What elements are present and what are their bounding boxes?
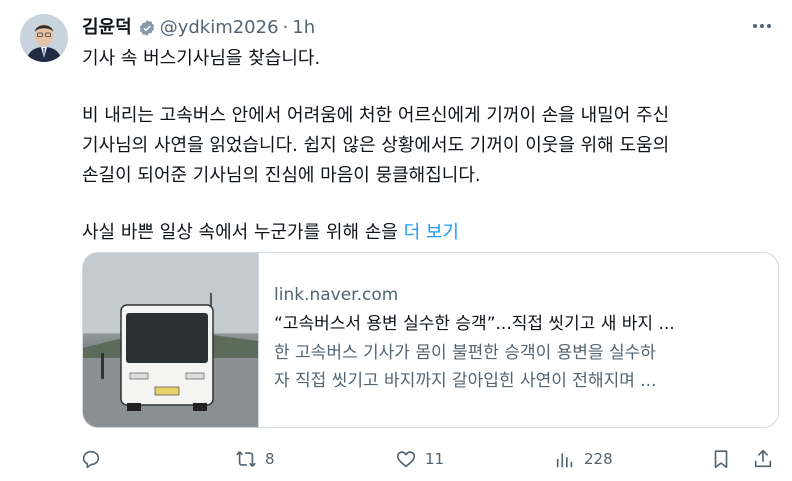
- show-more-link[interactable]: 더 보기: [404, 222, 459, 243]
- post-text-line: 손길이 되어준 기사님의 진심에 마음이 뭉클해집니다.: [82, 165, 481, 186]
- card-description: 한 고속버스 기사가 몸이 불편한 승객이 용변을 실수하 자 직접 씻기고 바…: [274, 339, 762, 395]
- post-timestamp[interactable]: 1h: [292, 16, 315, 40]
- post-header: 김윤덕 @ydkim2026 · 1h: [82, 16, 315, 40]
- post-text-line: 기사님의 사연을 읽었습니다. 쉽지 않은 상황에서도 기꺼이 이웃을 위해 도…: [82, 135, 670, 156]
- card-description-line: 한 고속버스 기사가 몸이 불편한 승객이 용변을 실수하: [274, 343, 656, 363]
- reply-button[interactable]: [80, 447, 102, 471]
- more-options-icon[interactable]: [750, 14, 774, 38]
- link-preview-card[interactable]: link.naver.com “고속버스서 용변 실수한 승객”...직접 씻기…: [82, 252, 779, 428]
- card-description-line: 자 직접 씻기고 바지까지 갈아입힌 사연이 전해지며 ...: [274, 371, 657, 391]
- heart-icon: [396, 451, 416, 468]
- repost-icon: [236, 451, 256, 467]
- post-text-line: 기사 속 버스기사님을 찾습니다.: [82, 48, 321, 69]
- views-button[interactable]: 228: [554, 447, 613, 471]
- separator-dot: ·: [282, 17, 289, 38]
- repost-count: 8: [265, 450, 275, 468]
- author-handle[interactable]: @ydkim2026: [160, 16, 279, 40]
- views-count: 228: [584, 450, 613, 468]
- card-body: link.naver.com “고속버스서 용변 실수한 승객”...직접 씻기…: [274, 283, 762, 395]
- post-text: 기사 속 버스기사님을 찾습니다. 비 내리는 고속버스 안에서 어려움에 처한…: [82, 44, 782, 248]
- author-name[interactable]: 김윤덕: [82, 16, 132, 40]
- post-text-line: 비 내리는 고속버스 안에서 어려움에 처한 어르신에게 기꺼이 손을 내밀어 …: [82, 105, 670, 126]
- repost-button[interactable]: 8: [235, 447, 275, 471]
- bookmark-icon: [714, 450, 728, 469]
- post-text-fragment: 사실 바쁜 일상 속에서 누군가를 위해 손을: [82, 222, 398, 243]
- share-button[interactable]: [752, 447, 774, 471]
- share-icon: [754, 449, 772, 468]
- card-thumbnail-image[interactable]: [83, 253, 259, 427]
- bookmark-button[interactable]: [710, 447, 732, 471]
- post-actions-bar: 8 11 228: [70, 447, 780, 471]
- like-count: 11: [425, 450, 445, 468]
- views-icon: [556, 453, 573, 468]
- reply-icon: [82, 450, 100, 469]
- card-domain: link.naver.com: [274, 285, 399, 305]
- like-button[interactable]: 11: [395, 447, 444, 471]
- post-text-line-last: 사실 바쁜 일상 속에서 누군가를 위해 손을 더 보기: [82, 218, 782, 248]
- verified-badge-icon: [138, 19, 156, 37]
- card-title: “고속버스서 용변 실수한 승객”...직접 씻기고 새 바지 ...: [274, 314, 675, 334]
- author-avatar[interactable]: [20, 14, 68, 62]
